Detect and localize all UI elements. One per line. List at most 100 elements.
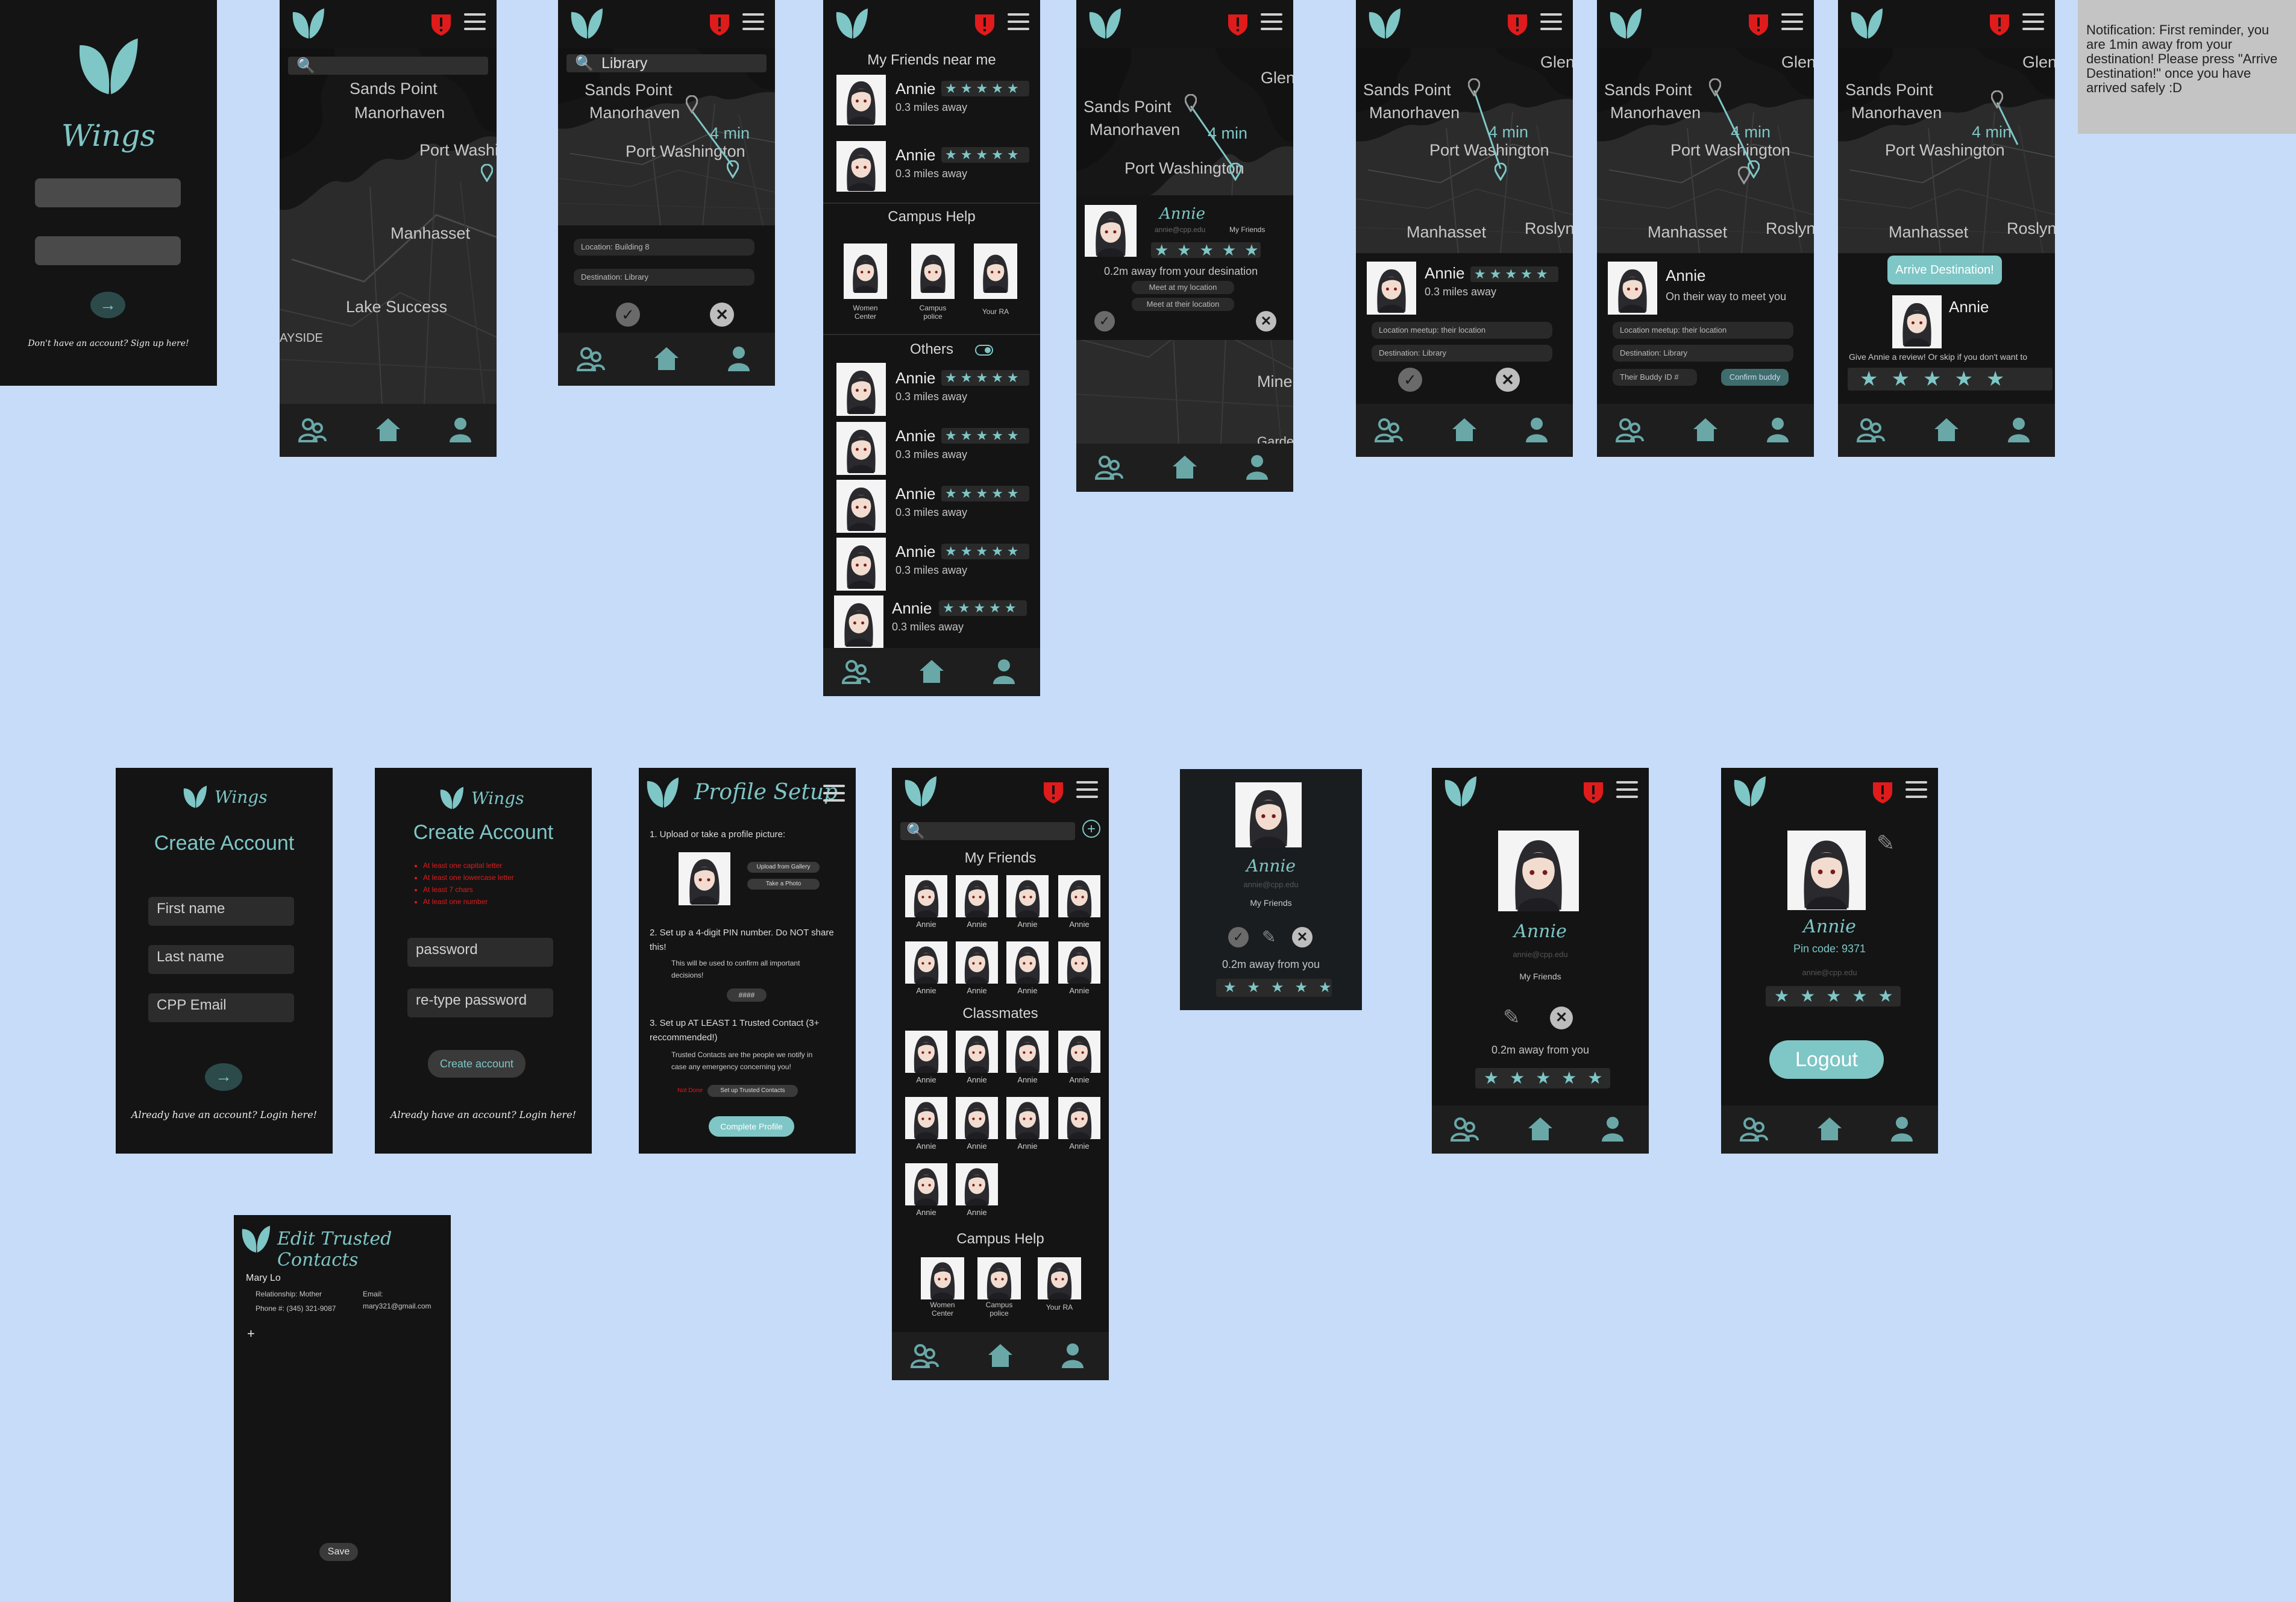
hamburger-menu-icon[interactable] (2022, 13, 2044, 31)
map-view[interactable]: 🔍 Library Sands Point Manorhaven Port Wa… (558, 48, 775, 225)
profile-icon[interactable] (1763, 416, 1792, 444)
hamburger-menu-icon[interactable] (1076, 781, 1098, 799)
edit-pencil-icon[interactable]: ✎ (1503, 1005, 1521, 1029)
confirm-check-icon[interactable]: ✓ (616, 303, 640, 327)
campus-help-avatar[interactable] (1038, 1257, 1081, 1299)
login-link[interactable]: Already have an account? Login here! (116, 1109, 333, 1120)
person-tile[interactable]: Annie (1006, 1031, 1049, 1084)
meetup-location-field[interactable]: Location meetup: their location (1613, 322, 1793, 339)
upload-gallery-button[interactable]: Upload from Gallery (747, 862, 820, 873)
home-icon[interactable] (1450, 416, 1479, 444)
add-contact-icon[interactable]: + (247, 1326, 255, 1342)
location-field[interactable]: Location: Building 8 (574, 239, 754, 256)
cancel-x-icon[interactable]: ✕ (710, 303, 734, 327)
campus-help-avatar[interactable] (977, 1257, 1021, 1299)
avatar[interactable] (836, 75, 886, 125)
emergency-alert-icon[interactable] (973, 12, 997, 36)
avatar[interactable] (836, 141, 886, 192)
add-friend-icon[interactable]: + (1082, 820, 1100, 838)
emergency-alert-icon[interactable] (1746, 12, 1771, 36)
cancel-x-icon[interactable]: ✕ (1550, 1007, 1573, 1029)
home-icon[interactable] (1932, 416, 1961, 444)
login-button[interactable]: → (90, 292, 125, 318)
friends-icon[interactable] (1615, 416, 1644, 444)
emergency-alert-icon[interactable] (1505, 12, 1529, 36)
my-friends-label[interactable]: My Friends (1229, 225, 1265, 234)
confirm-buddy-button[interactable]: Confirm buddy (1721, 369, 1789, 386)
person-tile[interactable]: Annie (1006, 1097, 1049, 1151)
destination-field[interactable]: Destination: Library (574, 269, 754, 286)
emergency-alert-icon[interactable] (707, 12, 732, 36)
person-tile[interactable]: Annie (905, 1097, 947, 1151)
hamburger-menu-icon[interactable] (1616, 781, 1638, 799)
person-tile[interactable]: Annie (1006, 941, 1049, 995)
profile-icon[interactable] (1887, 1115, 1916, 1143)
home-icon[interactable] (1170, 453, 1199, 481)
hamburger-menu-icon[interactable] (742, 13, 764, 31)
profile-icon[interactable] (724, 345, 753, 372)
friends-icon[interactable] (298, 416, 327, 444)
emergency-alert-icon[interactable] (1581, 780, 1605, 804)
profile-icon[interactable] (2004, 416, 2033, 444)
password-field[interactable]: password (407, 938, 553, 967)
home-icon[interactable] (917, 658, 946, 685)
friends-icon[interactable] (1856, 416, 1885, 444)
hamburger-menu-icon[interactable] (1905, 781, 1927, 799)
wings-logo-icon[interactable] (1087, 7, 1123, 40)
meetup-location-field[interactable]: Location meetup: their location (1372, 322, 1552, 339)
person-tile[interactable]: Annie (1058, 1031, 1100, 1084)
confirm-check-icon[interactable]: ✓ (1398, 368, 1422, 392)
person-tile[interactable]: Annie (956, 1097, 998, 1151)
profile-icon[interactable] (990, 658, 1018, 685)
person-tile[interactable]: Annie (905, 1031, 947, 1084)
destination-field[interactable]: Destination: Library (1372, 345, 1552, 362)
wings-logo-icon[interactable] (1608, 7, 1644, 40)
wings-logo-icon[interactable] (903, 775, 939, 808)
emergency-alert-icon[interactable] (1226, 12, 1250, 36)
campus-help-avatar[interactable] (974, 243, 1017, 299)
wings-logo-icon[interactable] (1443, 775, 1479, 808)
friends-icon[interactable] (841, 658, 870, 685)
person-tile[interactable]: Annie (1006, 875, 1049, 929)
wings-logo-icon[interactable] (1732, 775, 1768, 808)
avatar[interactable] (836, 538, 886, 591)
cancel-x-icon[interactable]: ✕ (1496, 368, 1520, 392)
friends-icon[interactable] (1739, 1115, 1768, 1143)
meet-my-location-button[interactable]: Meet at my location (1132, 281, 1234, 294)
map-view[interactable]: Glen Sands Point Manorhaven Port Washing… (1597, 48, 1814, 253)
profile-icon[interactable] (446, 416, 475, 444)
search-bar[interactable]: 🔍 (900, 822, 1075, 840)
buddy-id-field[interactable]: Their Buddy ID # (1613, 369, 1697, 386)
my-friends-label[interactable]: My Friends (1432, 972, 1649, 981)
avatar[interactable] (1085, 205, 1137, 257)
contact-name[interactable]: Mary Lo (246, 1273, 281, 1284)
person-tile[interactable]: Annie (1058, 941, 1100, 995)
hamburger-menu-icon[interactable] (1540, 13, 1562, 31)
my-friends-label[interactable]: My Friends (1180, 898, 1362, 908)
person-tile[interactable]: Annie (1058, 1097, 1100, 1151)
hamburger-menu-icon[interactable] (823, 785, 845, 803)
emergency-alert-icon[interactable] (1871, 780, 1895, 804)
person-tile[interactable]: Annie (1058, 875, 1100, 929)
home-icon[interactable] (652, 345, 681, 372)
hamburger-menu-icon[interactable] (1781, 13, 1803, 31)
wings-logo-icon[interactable] (290, 7, 327, 40)
confirm-check-icon[interactable]: ✓ (1228, 927, 1249, 947)
save-button[interactable]: Save (319, 1543, 358, 1561)
friends-icon[interactable] (1450, 1115, 1479, 1143)
meet-their-location-button[interactable]: Meet at their location (1132, 298, 1234, 311)
wings-logo-icon[interactable] (834, 7, 870, 40)
friends-icon[interactable] (576, 345, 605, 372)
person-tile[interactable]: Annie (905, 941, 947, 995)
home-icon[interactable] (1691, 416, 1720, 444)
avatar[interactable] (836, 422, 886, 475)
edit-pencil-icon[interactable]: ✎ (1262, 927, 1280, 947)
profile-icon[interactable] (1598, 1115, 1627, 1143)
first-name-field[interactable]: First name (148, 897, 294, 926)
home-icon[interactable] (1526, 1115, 1555, 1143)
hamburger-menu-icon[interactable] (464, 13, 486, 31)
take-photo-button[interactable]: Take a Photo (747, 879, 820, 890)
map-view[interactable]: Glen Sands Point Manorhaven Port Washing… (1356, 48, 1573, 253)
campus-help-avatar[interactable] (844, 243, 887, 299)
cancel-x-icon[interactable]: ✕ (1292, 927, 1313, 947)
